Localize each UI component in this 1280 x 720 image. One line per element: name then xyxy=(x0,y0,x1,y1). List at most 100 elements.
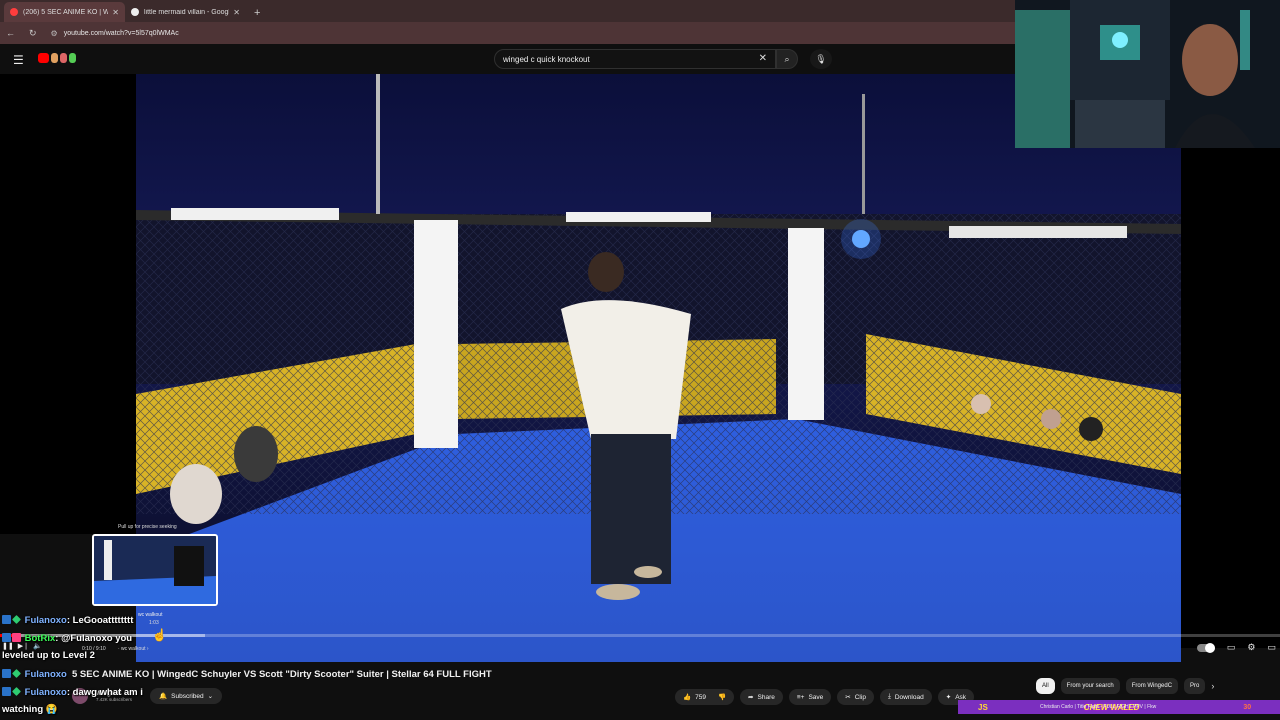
address-bar-row: ← ↻ ⚙ youtube.com/watch?v=5l57q0lWMAc xyxy=(0,22,1015,44)
seek-tip: Pull up for precise seeking xyxy=(118,524,177,530)
recommendation-chips: All From your search From WingedC Pro › xyxy=(1036,678,1214,694)
google-favicon-icon xyxy=(131,8,139,16)
chip-all[interactable]: All xyxy=(1036,678,1055,694)
chat-text: leveled up to Level 2 xyxy=(2,650,95,661)
badge-icon xyxy=(12,633,21,642)
chat-text: : dawg what am i xyxy=(66,687,143,698)
badge-icon xyxy=(12,687,21,696)
chat-message: Fulanoxo: dawg what am i xyxy=(2,687,143,698)
download-button[interactable]: ⤓ Download xyxy=(879,689,932,705)
alert-text-3: 30 xyxy=(1243,703,1252,711)
sparkle-icon: ✦ xyxy=(945,694,952,701)
save-icon: ≡+ xyxy=(796,693,805,701)
chat-username: BotRix xyxy=(24,633,56,644)
clear-search-icon[interactable]: ✕ xyxy=(759,53,767,64)
subscribe-label: Subscribed xyxy=(171,692,204,700)
youtube-logo[interactable] xyxy=(38,53,76,63)
badge-icon xyxy=(2,633,11,642)
chat-username: Fulanoxo xyxy=(24,669,67,680)
video-frame-image xyxy=(136,74,1181,662)
screen: (206) 5 SEC ANIME KO | W ✕ little mermai… xyxy=(0,0,1280,720)
tab-title: (206) 5 SEC ANIME KO | W xyxy=(23,8,109,16)
progress-bar[interactable] xyxy=(0,634,1280,637)
chat-message: BotRix: @Fulanoxo you xyxy=(2,633,132,644)
chevron-down-icon: ⌄ xyxy=(207,693,214,700)
close-tab-icon[interactable]: ✕ xyxy=(112,8,119,17)
chat-message: Fulanoxo xyxy=(2,669,67,680)
close-tab-icon[interactable]: ✕ xyxy=(233,8,240,17)
badge-icon xyxy=(2,615,11,624)
tab-google[interactable]: little mermaid villain - Google S ✕ xyxy=(125,2,246,22)
left-letterbox xyxy=(0,74,136,534)
search-button[interactable]: ⌕ xyxy=(776,49,798,69)
save-label: Save xyxy=(808,693,824,701)
voice-search-button[interactable]: 🎙 xyxy=(810,49,832,69)
chat-message-continued: leveled up to Level 2 xyxy=(2,650,95,661)
reload-icon[interactable]: ↻ xyxy=(29,28,37,39)
right-letterbox xyxy=(1181,148,1280,648)
search-icon: ⌕ xyxy=(784,53,790,64)
captions-icon[interactable]: ▭ xyxy=(1227,642,1236,653)
chat-message-continued: watching 😭 xyxy=(2,704,58,715)
sidebar-video-title[interactable]: Christian Carlo | Title Fight - FULL FIG… xyxy=(1040,704,1156,710)
clip-button[interactable]: ✂ Clip xyxy=(837,689,874,705)
seek-preview-thumbnail xyxy=(92,534,218,606)
tab-youtube[interactable]: (206) 5 SEC ANIME KO | W ✕ xyxy=(4,2,125,22)
miniplayer-icon[interactable]: ▭ xyxy=(1267,642,1276,653)
chapter-button[interactable]: · wc walkout › xyxy=(118,646,149,652)
chat-message: Fulanoxo: LeGooatttttttt xyxy=(2,615,133,626)
share-label: Share xyxy=(757,693,775,701)
url-text: youtube.com/watch?v=5l57q0lWMAc xyxy=(63,29,179,37)
new-tab-button[interactable]: + xyxy=(254,7,260,19)
tab-title: little mermaid villain - Google S xyxy=(144,8,229,16)
save-button[interactable]: ≡+ Save xyxy=(788,689,832,705)
subscribe-button[interactable]: 🔔 Subscribed ⌄ xyxy=(150,688,223,704)
download-label: Download xyxy=(894,693,924,701)
share-icon: ➦ xyxy=(748,694,754,701)
chip-pro[interactable]: Pro xyxy=(1184,678,1206,694)
search-input[interactable]: winged c quick knockout ✕ xyxy=(494,49,776,69)
bell-icon: 🔔 xyxy=(159,693,168,700)
clip-label: Clip xyxy=(854,693,866,701)
thumbs-up-icon: 👍 xyxy=(683,694,692,701)
browser-tab-strip: (206) 5 SEC ANIME KO | W ✕ little mermai… xyxy=(0,0,1015,22)
video-player[interactable] xyxy=(136,74,1181,662)
settings-icon[interactable]: ⚙ xyxy=(1247,642,1255,653)
chat-text: watching 😭 xyxy=(2,704,58,715)
search-query: winged c quick knockout xyxy=(503,54,590,64)
chat-text: : @Fulanoxo you xyxy=(55,633,133,644)
badge-icon xyxy=(12,615,21,624)
chip-from-your-search[interactable]: From your search xyxy=(1060,678,1120,694)
autoplay-toggle[interactable] xyxy=(1196,642,1215,653)
site-info-icon[interactable]: ⚙ xyxy=(51,29,58,38)
like-count: 759 xyxy=(695,693,706,701)
video-actions: 👍 759 👎 ➦ Share ≡+ Save ✂ Clip ⤓ Downloa… xyxy=(675,689,975,705)
chip-from-wingedc[interactable]: From WingedC xyxy=(1125,678,1179,694)
youtube-header: ☰ winged c quick knockout ✕ ⌕ 🎙 xyxy=(0,44,1015,74)
streamer-webcam xyxy=(1015,0,1280,148)
download-icon: ⤓ xyxy=(887,693,891,700)
thumbs-down-icon[interactable]: 👎 xyxy=(718,693,726,701)
preview-chapter: wc walkout xyxy=(138,612,163,618)
preview-time: 1:03 xyxy=(149,620,159,626)
back-icon[interactable]: ← xyxy=(6,28,15,38)
badge-icon xyxy=(12,669,21,678)
mic-icon: 🎙 xyxy=(815,53,827,64)
chevron-right-icon[interactable]: › xyxy=(1211,681,1214,691)
chat-username: Fulanoxo xyxy=(24,687,67,698)
youtube-favicon-icon xyxy=(10,8,18,16)
chat-username: Fulanoxo xyxy=(24,615,67,626)
badge-icon xyxy=(2,687,11,696)
badge-icon xyxy=(2,669,11,678)
scissors-icon: ✂ xyxy=(845,694,851,701)
video-title: 5 SEC ANIME KO | WingedC Schuyler VS Sco… xyxy=(72,669,492,680)
player-controls-right: ▭ ⚙ ▭ xyxy=(1196,642,1276,653)
like-button[interactable]: 👍 759 👎 xyxy=(675,689,735,705)
chat-text: : LeGooatttttttt xyxy=(66,615,134,626)
menu-icon[interactable]: ☰ xyxy=(13,53,24,67)
alert-text-1: JS xyxy=(978,702,988,712)
webcam-image xyxy=(1015,0,1280,148)
address-bar[interactable]: ⚙ youtube.com/watch?v=5l57q0lWMAc xyxy=(51,29,179,38)
share-button[interactable]: ➦ Share xyxy=(740,689,783,705)
mouse-cursor-icon: ☝ xyxy=(152,628,167,642)
